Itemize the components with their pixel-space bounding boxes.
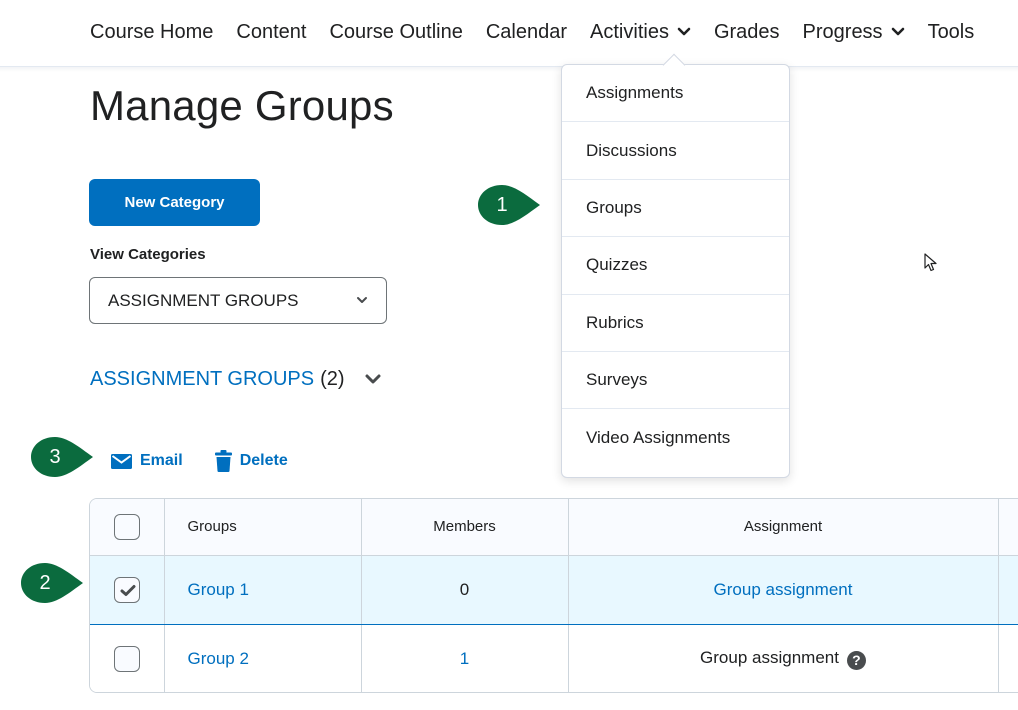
members-cell: 1 bbox=[361, 624, 569, 692]
menu-item-quizzes[interactable]: Quizzes bbox=[562, 237, 789, 295]
header-groups[interactable]: Groups bbox=[164, 499, 362, 556]
category-heading: ASSIGNMENT GROUPS (2) bbox=[90, 368, 381, 391]
callout-marker-2: 2 bbox=[21, 563, 83, 603]
activities-dropdown-menu: Assignments Discussions Groups Quizzes R… bbox=[561, 64, 790, 478]
nav-content[interactable]: Content bbox=[236, 18, 306, 46]
extra-cell bbox=[998, 554, 1018, 625]
new-category-button[interactable]: New Category bbox=[89, 179, 260, 226]
groups-table: Groups Members Assignment Group 1 0 Grou… bbox=[89, 498, 1018, 693]
delete-button[interactable]: Delete bbox=[214, 450, 288, 472]
nav-grades[interactable]: Grades bbox=[714, 18, 780, 46]
header-assignment[interactable]: Assignment bbox=[568, 499, 999, 556]
assignment-cell: Group assignment bbox=[568, 554, 999, 625]
view-categories-label: View Categories bbox=[90, 246, 206, 263]
assignment-text: Group assignment bbox=[700, 648, 839, 667]
delete-label: Delete bbox=[239, 452, 288, 469]
select-value: ASSIGNMENT GROUPS bbox=[108, 290, 299, 310]
nav-label: Tools bbox=[927, 21, 975, 43]
nav-label: Course Home bbox=[90, 21, 214, 43]
group-name-cell: Group 2 bbox=[164, 624, 362, 692]
group-link[interactable]: Group 1 bbox=[188, 580, 249, 599]
assignment-cell: Group assignment? bbox=[568, 624, 999, 692]
row-checkbox-checked[interactable] bbox=[113, 576, 140, 603]
nav-label: Calendar bbox=[485, 21, 568, 43]
nav-label: Content bbox=[236, 21, 307, 43]
menu-item-video-assignments[interactable]: Video Assignments bbox=[562, 409, 789, 466]
row-check-cell bbox=[90, 554, 165, 625]
chevron-down-icon bbox=[891, 27, 904, 36]
category-link[interactable]: ASSIGNMENT GROUPS bbox=[90, 368, 314, 391]
callout-marker-1: 1 bbox=[478, 185, 540, 225]
members-link[interactable]: 1 bbox=[460, 649, 469, 668]
trash-icon bbox=[214, 450, 232, 472]
select-all-cell bbox=[90, 499, 165, 556]
callout-number: 3 bbox=[49, 445, 61, 468]
assignment-link[interactable]: Group assignment bbox=[714, 580, 853, 599]
course-navbar: Course Home Content Course Outline Calen… bbox=[0, 0, 1018, 67]
question-circle-icon[interactable]: ? bbox=[846, 650, 866, 670]
extra-cell bbox=[998, 624, 1018, 692]
nav-course-home[interactable]: Course Home bbox=[90, 18, 213, 46]
nav-items: Course Home Content Course Outline Calen… bbox=[90, 18, 997, 46]
envelope-icon bbox=[111, 453, 132, 469]
nav-tools[interactable]: Tools bbox=[928, 18, 975, 46]
select-all-checkbox[interactable] bbox=[113, 513, 140, 540]
nav-label: Progress bbox=[802, 21, 883, 43]
row-checkbox[interactable] bbox=[113, 645, 140, 672]
callout-marker-3: 3 bbox=[31, 437, 93, 477]
bulk-actions: Email Delete bbox=[111, 450, 320, 472]
nav-activities[interactable]: Activities bbox=[590, 18, 691, 46]
group-link[interactable]: Group 2 bbox=[188, 649, 249, 668]
page-title: Manage Groups bbox=[90, 82, 394, 129]
nav-progress[interactable]: Progress bbox=[803, 18, 905, 46]
callout-number: 2 bbox=[39, 571, 51, 594]
table-row: Group 2 1 Group assignment? bbox=[90, 624, 1018, 692]
menu-item-discussions[interactable]: Discussions bbox=[562, 122, 789, 180]
nav-label: Grades bbox=[713, 21, 780, 43]
members-cell: 0 bbox=[361, 554, 569, 625]
chevron-down-icon bbox=[357, 297, 367, 303]
menu-item-groups[interactable]: Groups bbox=[562, 180, 789, 238]
menu-item-surveys[interactable]: Surveys bbox=[562, 352, 789, 410]
nav-calendar[interactable]: Calendar bbox=[486, 18, 567, 46]
row-check-cell bbox=[90, 624, 165, 692]
view-categories-select[interactable]: ASSIGNMENT GROUPS bbox=[89, 277, 387, 324]
mouse-cursor-icon bbox=[924, 253, 937, 272]
table-row: Group 1 0 Group assignment bbox=[90, 554, 1018, 625]
callout-number: 1 bbox=[496, 193, 508, 216]
chevron-down-icon[interactable] bbox=[365, 374, 381, 385]
chevron-down-icon bbox=[677, 27, 691, 36]
email-label: Email bbox=[140, 452, 183, 469]
email-button[interactable]: Email bbox=[111, 452, 183, 470]
category-count: (2) bbox=[320, 368, 345, 390]
table-header-row: Groups Members Assignment bbox=[90, 499, 1018, 556]
check-icon bbox=[120, 584, 136, 596]
menu-item-rubrics[interactable]: Rubrics bbox=[562, 295, 789, 352]
nav-course-outline[interactable]: Course Outline bbox=[329, 18, 462, 46]
nav-label: Course Outline bbox=[329, 21, 463, 43]
header-members[interactable]: Members bbox=[361, 499, 569, 556]
header-extra bbox=[998, 499, 1018, 556]
nav-label: Activities bbox=[590, 21, 669, 43]
group-name-cell: Group 1 bbox=[164, 554, 362, 625]
navbar-shadow bbox=[0, 67, 1018, 72]
